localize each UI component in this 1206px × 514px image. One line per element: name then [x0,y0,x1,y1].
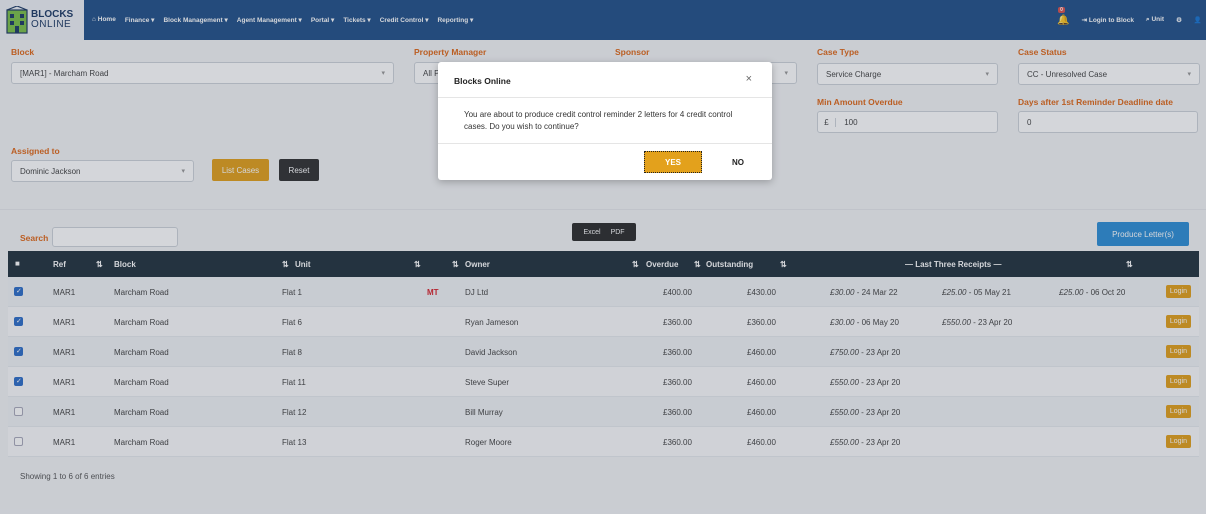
dialog-message: You are about to produce credit control … [438,98,772,144]
confirm-dialog: Blocks Online × You are about to produce… [438,62,772,180]
close-icon[interactable]: × [746,73,752,85]
dialog-footer: YES NO [438,144,772,180]
dialog-title: Blocks Online [454,76,511,86]
no-button[interactable]: NO [718,151,758,173]
yes-button[interactable]: YES [644,151,702,173]
dialog-header: Blocks Online × [438,62,772,98]
